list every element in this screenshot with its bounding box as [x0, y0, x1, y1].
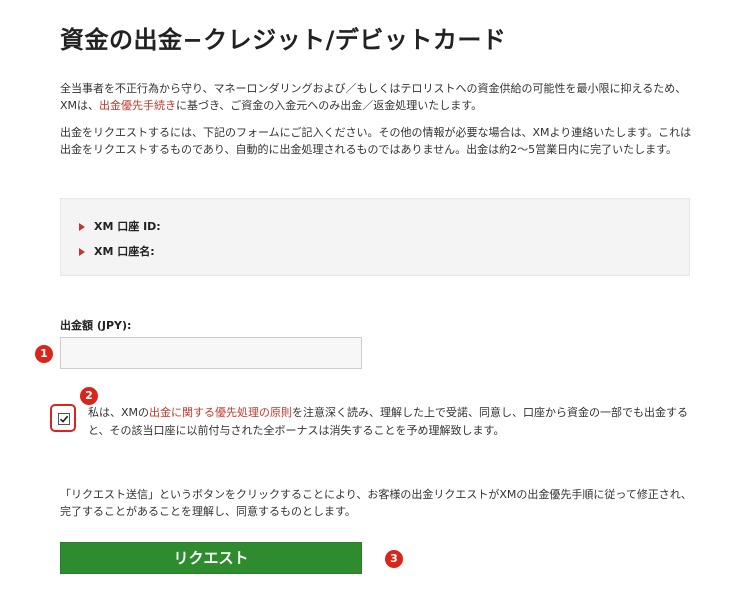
amount-input[interactable] — [60, 337, 362, 369]
account-id-row: XM 口座 ID: — [79, 218, 161, 234]
withdrawal-principles-link[interactable]: 出金に関する優先処理の原則 — [149, 406, 292, 419]
triangle-bullet-icon — [79, 248, 85, 256]
checkmark-icon — [59, 415, 69, 423]
account-id-label: XM 口座 ID: — [94, 220, 161, 233]
account-info-box: XM 口座 ID: XM 口座名: — [60, 198, 690, 276]
amount-label: 出金額 (JPY): — [60, 319, 132, 332]
intro-paragraph-2: 出金をリクエストするには、下記のフォームにご記入ください。その他の情報が必要な場… — [60, 126, 692, 156]
triangle-bullet-icon — [79, 223, 85, 231]
intro-text-1b: に基づき、ご資金の入金元へのみ出金／返金処理いたします。 — [176, 99, 483, 112]
step-marker-1: 1 — [35, 345, 53, 363]
step-marker-2: 2 — [80, 387, 98, 405]
submit-notice: 「リクエスト送信」というボタンをクリックすることにより、お客様の出金リクエストが… — [60, 488, 692, 518]
account-name-label: XM 口座名: — [94, 245, 155, 258]
intro-paragraph-1: 全当事者を不正行為から守り、マネーロンダリングおよび／もしくはテロリストへの資金… — [60, 80, 700, 114]
agreement-text: 私は、XMの出金に関する優先処理の原則を注意深く読み、理解した上で受諾、同意し、… — [88, 404, 708, 440]
agreement-checkbox-highlight — [50, 404, 76, 432]
page-title: 資金の出金−クレジット/デビットカード — [60, 26, 507, 54]
withdrawal-priority-link[interactable]: 出金優先手続き — [99, 99, 176, 112]
request-button[interactable]: リクエスト — [60, 542, 362, 574]
agreement-checkbox[interactable] — [58, 413, 70, 425]
account-name-row: XM 口座名: — [79, 243, 155, 259]
agreement-text-a: 私は、XMの — [88, 406, 150, 419]
step-marker-3: 3 — [385, 550, 403, 568]
